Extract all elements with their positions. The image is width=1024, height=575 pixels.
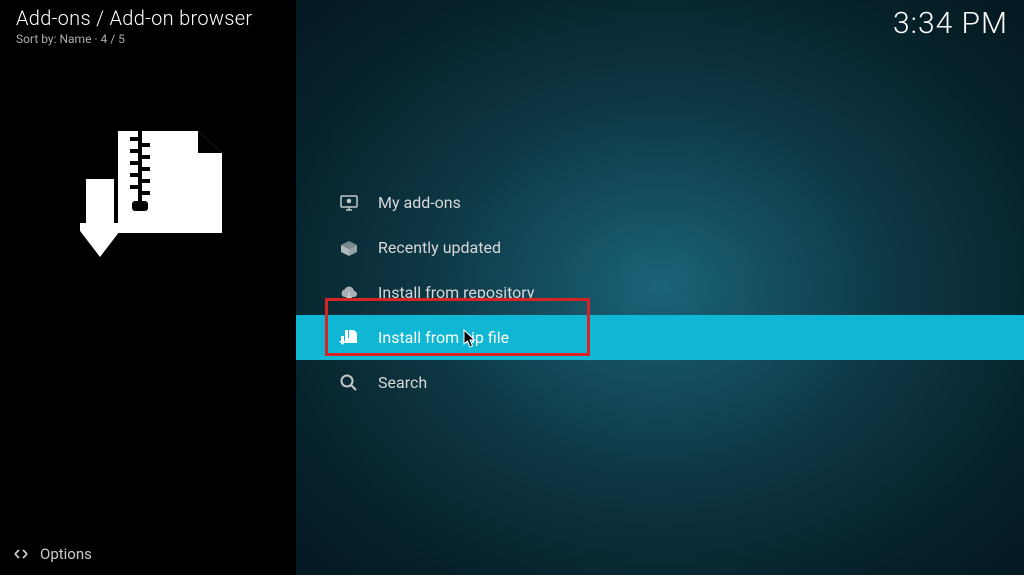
content-panel: My add-ons Recently updated (296, 0, 1024, 575)
monitor-icon (338, 192, 360, 214)
options-label: Options (40, 545, 92, 563)
open-box-icon (338, 237, 360, 259)
search-icon (338, 372, 360, 394)
menu-item-search[interactable]: Search (296, 360, 1024, 405)
breadcrumb: Add-ons / Add-on browser (16, 6, 252, 30)
cloud-download-icon (338, 282, 360, 304)
addon-menu-list: My add-ons Recently updated (296, 180, 1024, 405)
menu-item-recently-updated[interactable]: Recently updated (296, 225, 1024, 270)
menu-item-label: Search (378, 373, 427, 392)
menu-item-install-from-zip[interactable]: Install from zip file (296, 315, 1024, 360)
zip-file-icon (338, 327, 360, 349)
sort-info: Sort by: Name · 4 / 5 (16, 32, 252, 46)
left-panel (0, 0, 296, 575)
menu-item-label: Install from zip file (378, 328, 509, 347)
addon-category-icon (72, 115, 232, 275)
options-icon (12, 545, 30, 563)
menu-item-label: Install from repository (378, 283, 534, 302)
menu-item-label: Recently updated (378, 238, 501, 257)
menu-item-label: My add-ons (378, 193, 461, 212)
header: Add-ons / Add-on browser Sort by: Name ·… (0, 0, 1024, 54)
clock: 3:34 PM (893, 6, 1008, 41)
menu-item-install-from-repository[interactable]: Install from repository (296, 270, 1024, 315)
options-button[interactable]: Options (12, 545, 92, 563)
menu-item-my-addons[interactable]: My add-ons (296, 180, 1024, 225)
